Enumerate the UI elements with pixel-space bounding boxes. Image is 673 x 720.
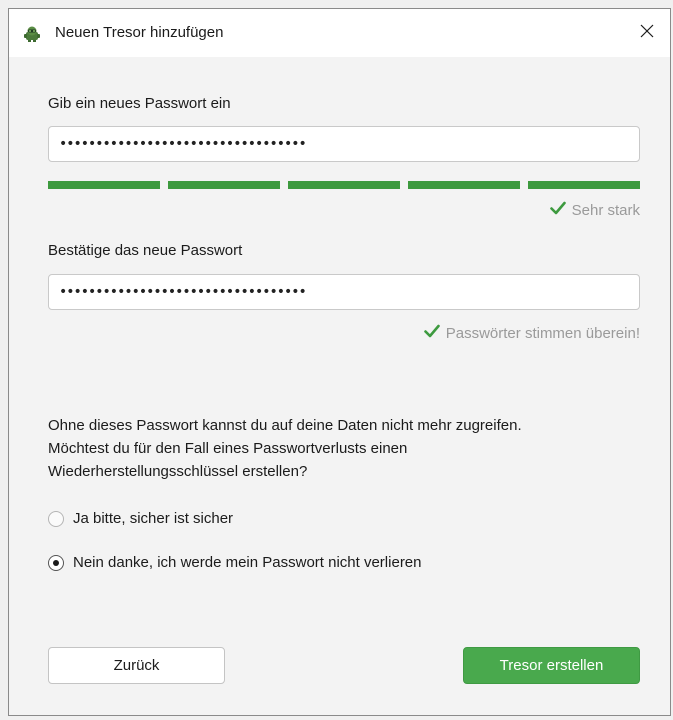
- window-title: Neuen Tresor hinzufügen: [55, 24, 224, 41]
- title-bar: Neuen Tresor hinzufügen: [9, 9, 670, 57]
- strength-segment: [168, 181, 280, 189]
- close-button[interactable]: [624, 9, 670, 57]
- strength-text: Sehr stark: [571, 201, 640, 219]
- recovery-line-2: Möchtest du für den Fall eines Passwortv…: [48, 440, 408, 457]
- radio-button-no[interactable]: [48, 554, 64, 571]
- radio-label-yes: Ja bitte, sicher ist sicher: [73, 510, 234, 527]
- create-vault-button[interactable]: Tresor erstellen: [463, 647, 640, 684]
- strength-segment: [288, 181, 400, 189]
- back-button[interactable]: Zurück: [48, 647, 225, 684]
- strength-segment: [528, 181, 640, 189]
- confirm-password-field[interactable]: [48, 274, 640, 310]
- radio-option-yes[interactable]: Ja bitte, sicher ist sicher: [48, 510, 233, 527]
- strength-status: Sehr stark: [549, 201, 640, 219]
- new-password-label: Gib ein neues Passwort ein: [48, 95, 231, 112]
- password-strength-meter: [48, 181, 640, 189]
- recovery-line-1: Ohne dieses Passwort kannst du auf deine…: [48, 417, 522, 434]
- recovery-question: Ohne dieses Passwort kannst du auf deine…: [48, 414, 648, 483]
- checkmark-icon: [549, 201, 566, 219]
- confirm-password-label: Bestätige das neue Passwort: [48, 242, 243, 259]
- close-icon: [640, 24, 654, 43]
- checkmark-icon: [423, 324, 440, 342]
- recovery-line-3: Wiederherstellungsschlüssel erstellen?: [48, 463, 308, 480]
- dialog-content: Gib ein neues Passwort ein Sehr stark Be…: [9, 57, 670, 715]
- dialog-window: Neuen Tresor hinzufügen Gib ein neues Pa…: [8, 8, 671, 716]
- radio-option-no[interactable]: Nein danke, ich werde mein Passwort nich…: [48, 554, 422, 571]
- match-status: Passwörter stimmen überein!: [423, 324, 640, 342]
- cryptomator-bot-icon: [23, 25, 41, 43]
- radio-label-no: Nein danke, ich werde mein Passwort nich…: [73, 554, 422, 571]
- strength-segment: [48, 181, 160, 189]
- new-password-field[interactable]: [48, 126, 640, 162]
- strength-segment: [408, 181, 520, 189]
- radio-button-yes[interactable]: [48, 510, 64, 527]
- match-text: Passwörter stimmen überein!: [445, 324, 640, 342]
